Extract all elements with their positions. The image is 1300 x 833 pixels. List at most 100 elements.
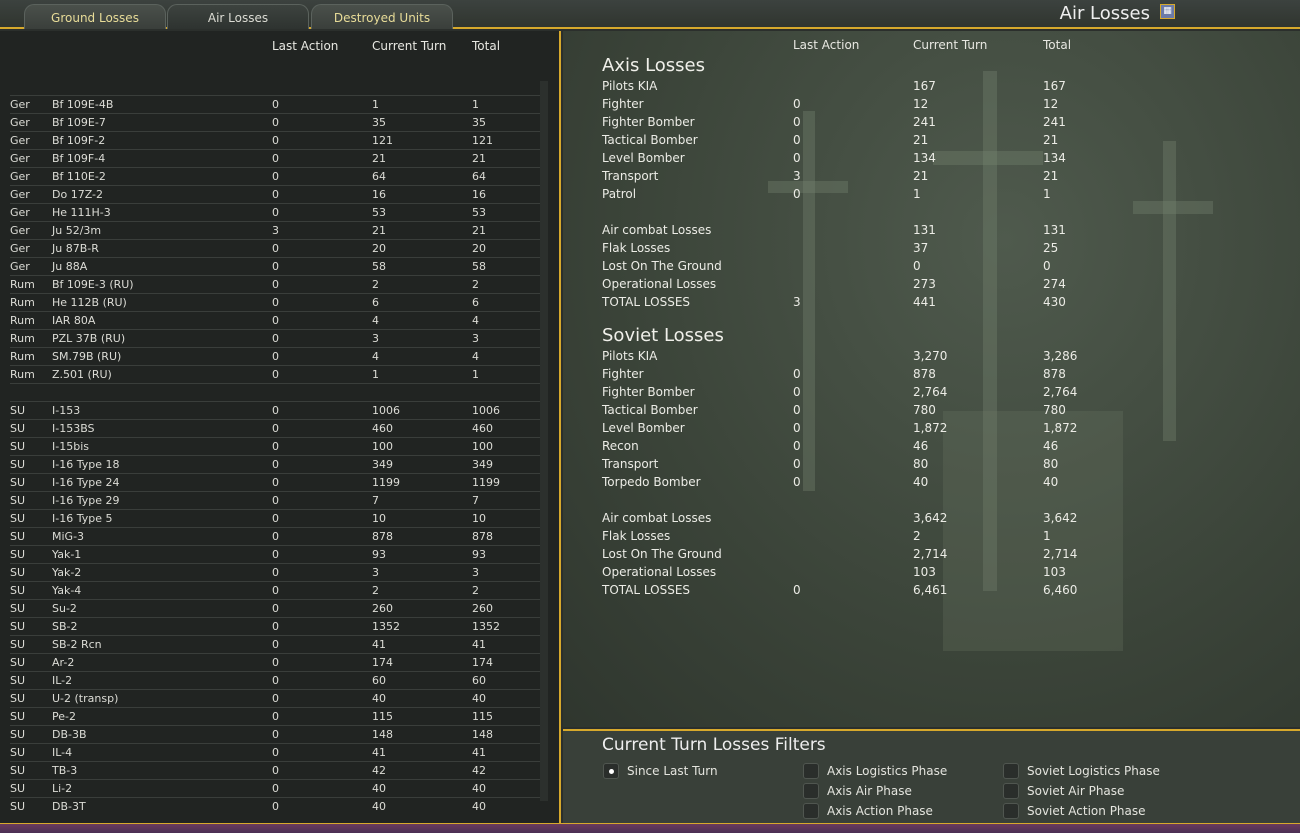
radio-button-icon — [803, 803, 819, 819]
cell-last-action: 0 — [793, 421, 801, 435]
filter-radio[interactable]: Axis Air Phase — [803, 783, 912, 801]
tab-ground-losses[interactable]: Ground Losses — [24, 4, 166, 29]
table-row[interactable]: SU I-15bis 0 100 100 — [10, 437, 541, 455]
cell-aircraft: PZL 37B (RU) — [52, 332, 126, 345]
cell-aircraft: Yak-2 — [52, 566, 82, 579]
table-row[interactable]: SU I-153BS 0 460 460 — [10, 419, 541, 437]
cell-last-action: 0 — [272, 728, 279, 741]
table-row[interactable]: SU Li-2 0 40 40 — [10, 779, 541, 797]
cell-last-action: 0 — [793, 97, 801, 111]
summary-row: Tactical Bomber 0 21 21 — [602, 133, 1282, 151]
cell-current-turn: 1199 — [372, 476, 400, 489]
scrollbar[interactable] — [540, 81, 548, 801]
filter-label: Axis Logistics Phase — [827, 764, 948, 778]
table-row[interactable]: SU SB-2 Rcn 0 41 41 — [10, 635, 541, 653]
summary-row: Level Bomber 0 1,872 1,872 — [602, 421, 1282, 439]
table-row[interactable]: Ger Bf 110E-2 0 64 64 — [10, 167, 541, 185]
table-row[interactable]: Rum SM.79B (RU) 0 4 4 — [10, 347, 541, 365]
cell-total: 4 — [472, 314, 479, 327]
filter-radio[interactable]: Axis Action Phase — [803, 803, 933, 821]
table-row[interactable]: SU I-16 Type 29 0 7 7 — [10, 491, 541, 509]
cell-nation: SU — [10, 638, 26, 651]
table-row[interactable]: SU TB-3 0 42 42 — [10, 761, 541, 779]
cell-aircraft: Ju 87B-R — [52, 242, 99, 255]
filter-radio[interactable]: Soviet Action Phase — [1003, 803, 1146, 821]
table-row[interactable]: SU IL-2 0 60 60 — [10, 671, 541, 689]
radio-button-icon — [603, 763, 619, 779]
table-row[interactable]: Ger He 111H-3 0 53 53 — [10, 203, 541, 221]
table-row[interactable]: SU U-2 (transp) 0 40 40 — [10, 689, 541, 707]
table-row[interactable]: Ger Bf 109F-2 0 121 121 — [10, 131, 541, 149]
table-row[interactable]: Rum He 112B (RU) 0 6 6 — [10, 293, 541, 311]
cell-aircraft: Ar-2 — [52, 656, 75, 669]
table-row[interactable]: Ger Ju 52/3m 3 21 21 — [10, 221, 541, 239]
table-row[interactable]: Ger Bf 109F-4 0 21 21 — [10, 149, 541, 167]
cell-total: 3 — [472, 332, 479, 345]
cell-total: 20 — [472, 242, 486, 255]
cell-aircraft: Bf 109E-3 (RU) — [52, 278, 134, 291]
table-row[interactable]: Ger Bf 109E-4B 0 1 1 — [10, 95, 541, 113]
cell-total: 430 — [1043, 295, 1066, 309]
cell-current-turn: 167 — [913, 79, 936, 93]
radio-button-icon — [1003, 783, 1019, 799]
table-row[interactable]: Rum Bf 109E-3 (RU) 0 2 2 — [10, 275, 541, 293]
cell-total: 3,642 — [1043, 511, 1078, 525]
table-row[interactable]: Rum IAR 80A 0 4 4 — [10, 311, 541, 329]
cell-label: Level Bomber — [602, 421, 685, 435]
cell-current-turn: 37 — [913, 241, 929, 255]
table-row[interactable]: SU Yak-2 0 3 3 — [10, 563, 541, 581]
tab-destroyed-units[interactable]: Destroyed Units — [311, 4, 453, 29]
map-icon[interactable]: ▦ — [1160, 4, 1175, 19]
table-row[interactable]: SU I-16 Type 5 0 10 10 — [10, 509, 541, 527]
cell-label: Operational Losses — [602, 565, 717, 579]
cell-label: Transport — [602, 169, 659, 183]
table-row[interactable]: SU Su-2 0 260 260 — [10, 599, 541, 617]
filter-radio[interactable]: Soviet Air Phase — [1003, 783, 1124, 801]
summary-row: Flak Losses 37 25 — [602, 241, 1282, 259]
table-row[interactable]: SU SB-2 0 1352 1352 — [10, 617, 541, 635]
table-row[interactable]: Ger Do 17Z-2 0 16 16 — [10, 185, 541, 203]
table-row[interactable]: SU DB-3T 0 40 40 — [10, 797, 541, 815]
cell-label: Tactical Bomber — [602, 133, 698, 147]
cell-current-turn: 174 — [372, 656, 393, 669]
table-row[interactable]: SU Pe-2 0 115 115 — [10, 707, 541, 725]
table-row[interactable]: Rum PZL 37B (RU) 0 3 3 — [10, 329, 541, 347]
table-row[interactable]: Rum Z.501 (RU) 0 1 1 — [10, 365, 541, 383]
cell-total: 260 — [472, 602, 493, 615]
tab-air-losses[interactable]: Air Losses — [167, 4, 309, 29]
table-row[interactable]: SU DB-3B 0 148 148 — [10, 725, 541, 743]
cell-last-action: 0 — [272, 278, 279, 291]
table-row[interactable]: Ger Ju 88A 0 58 58 — [10, 257, 541, 275]
summary-row: TOTAL LOSSES 3 441 430 — [602, 295, 1282, 313]
table-row[interactable]: Ger Bf 109E-7 0 35 35 — [10, 113, 541, 131]
summary-row: Pilots KIA 3,270 3,286 — [602, 349, 1282, 367]
cell-total: 1 — [472, 368, 479, 381]
summary-row: Fighter 0 878 878 — [602, 367, 1282, 385]
table-row[interactable]: SU I-153 0 1006 1006 — [10, 401, 541, 419]
cell-current-turn: 878 — [372, 530, 393, 543]
cell-current-turn: 2 — [372, 278, 379, 291]
cell-current-turn: 100 — [372, 440, 393, 453]
cell-last-action: 0 — [793, 457, 801, 471]
cell-last-action: 0 — [272, 638, 279, 651]
cell-last-action: 0 — [272, 674, 279, 687]
cell-nation: SU — [10, 692, 26, 705]
cell-aircraft: Bf 109E-4B — [52, 98, 114, 111]
table-row[interactable]: SU I-16 Type 24 0 1199 1199 — [10, 473, 541, 491]
table-row[interactable]: SU Yak-4 0 2 2 — [10, 581, 541, 599]
table-row[interactable]: SU Ar-2 0 174 174 — [10, 653, 541, 671]
cell-label: TOTAL LOSSES — [602, 295, 691, 309]
summary-row: Lost On The Ground 2,714 2,714 — [602, 547, 1282, 565]
table-row[interactable]: SU Yak-1 0 93 93 — [10, 545, 541, 563]
table-row[interactable]: SU IL-4 0 41 41 — [10, 743, 541, 761]
table-row[interactable]: SU I-16 Type 18 0 349 349 — [10, 455, 541, 473]
cell-total: 131 — [1043, 223, 1066, 237]
cell-nation: Ger — [10, 260, 30, 273]
filter-radio[interactable]: Since Last Turn — [603, 763, 718, 781]
filter-radio[interactable]: Axis Logistics Phase — [803, 763, 947, 781]
filter-radio[interactable]: Soviet Logistics Phase — [1003, 763, 1160, 781]
cell-nation: SU — [10, 584, 26, 597]
table-row[interactable]: SU MiG-3 0 878 878 — [10, 527, 541, 545]
table-row[interactable]: Ger Ju 87B-R 0 20 20 — [10, 239, 541, 257]
table-row[interactable] — [10, 383, 541, 401]
